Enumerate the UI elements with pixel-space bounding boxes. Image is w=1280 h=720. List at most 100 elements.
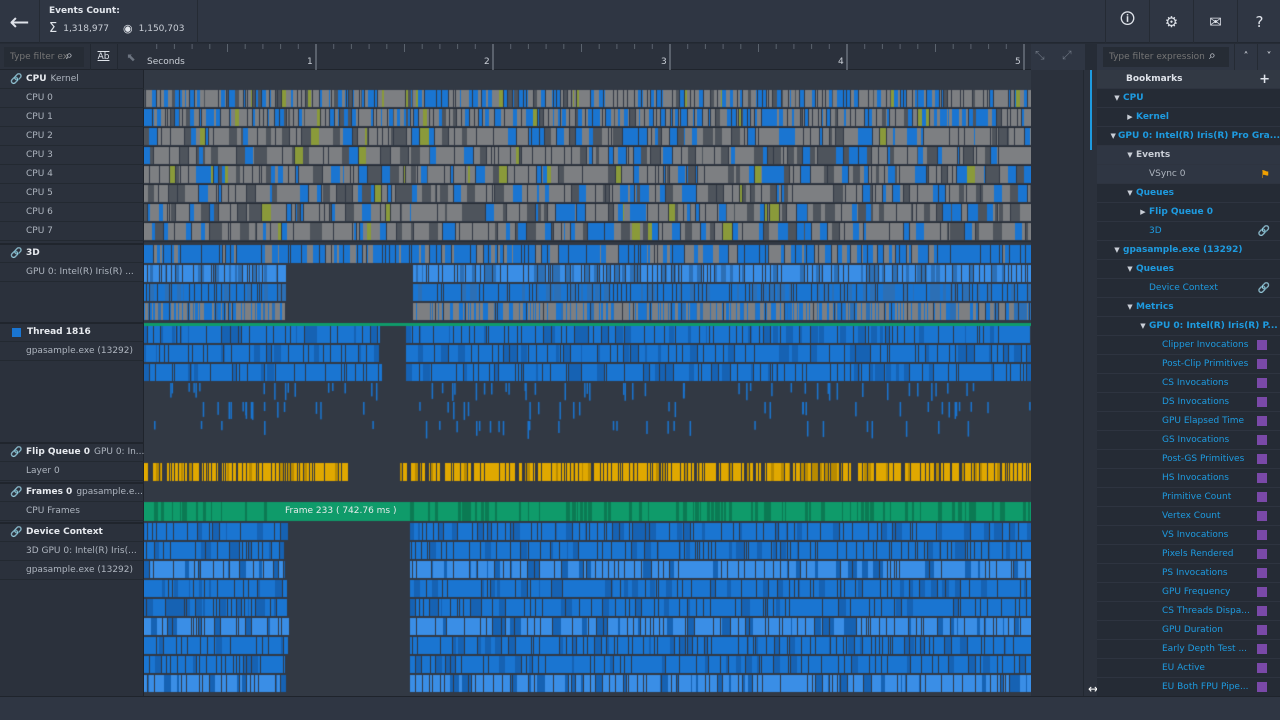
bookmark-item[interactable]: CS Invocations <box>1097 374 1280 393</box>
timeline-tracks[interactable]: Frame 233 ( 742.76 ms ) <box>144 70 1031 696</box>
metric-color-icon[interactable] <box>1257 340 1267 350</box>
metric-color-icon[interactable] <box>1257 511 1267 521</box>
bookmark-item[interactable]: ▶ Flip Queue 0 <box>1097 203 1280 222</box>
track-row[interactable]: CPU 2 <box>0 127 144 146</box>
chevron-down-icon[interactable]: ▼ <box>1111 246 1123 254</box>
expand-icon[interactable]: ⤢ <box>1062 48 1072 63</box>
track-row[interactable]: CPU 5 <box>0 184 144 203</box>
metric-color-icon[interactable] <box>1257 473 1267 483</box>
bookmark-item[interactable]: 3D 🔗 <box>1097 222 1280 241</box>
chevron-down-icon[interactable]: ▼ <box>1124 151 1136 159</box>
track-row[interactable]: gpasample.exe (13292) <box>0 561 144 580</box>
bookmark-item[interactable]: DS Invocations <box>1097 393 1280 412</box>
track-row[interactable]: CPU 7 <box>0 222 144 241</box>
bookmark-item[interactable]: Primitive Count <box>1097 488 1280 507</box>
bookmark-item[interactable]: Vertex Count <box>1097 507 1280 526</box>
track-header-thread[interactable]: Thread 1816 <box>0 323 144 342</box>
metric-color-icon[interactable] <box>1257 378 1267 388</box>
bookmark-item[interactable]: Post-Clip Primitives <box>1097 355 1280 374</box>
bookmark-item[interactable]: Pixels Rendered <box>1097 545 1280 564</box>
track-row[interactable]: Layer 0 <box>0 462 144 481</box>
track-row[interactable]: CPU Frames <box>0 502 144 521</box>
link-icon[interactable]: 🔗 <box>10 74 22 85</box>
chevron-down-icon[interactable]: ▼ <box>1108 132 1118 140</box>
bookmark-item[interactable]: ▼ Queues <box>1097 260 1280 279</box>
track-row[interactable]: CPU 3 <box>0 146 144 165</box>
metric-color-icon[interactable] <box>1257 530 1267 540</box>
track-row[interactable]: CPU 6 <box>0 203 144 222</box>
bookmark-item[interactable]: Post-GS Primitives <box>1097 450 1280 469</box>
select-cursor-icon[interactable]: ⬉ <box>117 44 144 70</box>
metric-color-icon[interactable] <box>1257 492 1267 502</box>
bookmark-item[interactable]: CS Threads Dispa... <box>1097 602 1280 621</box>
bookmark-item[interactable]: ▼ GPU 0: Intel(R) Iris(R) P... <box>1097 317 1280 336</box>
bookmark-item[interactable]: EU Both FPU Pipe... <box>1097 678 1280 697</box>
chevron-down-icon[interactable]: ▼ <box>1124 265 1136 273</box>
track-row[interactable]: 3D GPU 0: Intel(R) Iris(... <box>0 542 144 561</box>
bookmark-item[interactable]: HS Invocations <box>1097 469 1280 488</box>
bookmark-item[interactable]: GPU Duration <box>1097 621 1280 640</box>
match-case-button[interactable]: Ab <box>90 44 116 70</box>
track-row[interactable]: CPU 0 <box>0 89 144 108</box>
link-icon[interactable]: 🔗 <box>1258 226 1270 237</box>
bookmark-item[interactable]: VS Invocations <box>1097 526 1280 545</box>
bookmark-item[interactable]: GS Invocations <box>1097 431 1280 450</box>
bookmark-item[interactable]: ▼ Metrics <box>1097 298 1280 317</box>
gear-button[interactable]: ⚙ <box>1149 0 1193 43</box>
metric-color-icon[interactable] <box>1257 663 1267 673</box>
timeline-canvas[interactable] <box>144 70 1031 696</box>
previous-button[interactable]: ˄ <box>1234 44 1257 70</box>
metric-color-icon[interactable] <box>1257 606 1267 616</box>
bookmark-item[interactable]: PS Invocations <box>1097 564 1280 583</box>
track-header-cpu[interactable]: 🔗 CPU Kernel <box>0 70 144 89</box>
help-button[interactable]: ? <box>1237 0 1280 43</box>
link-icon[interactable]: 🔗 <box>1258 283 1270 294</box>
metric-color-icon[interactable] <box>1257 549 1267 559</box>
metric-color-icon[interactable] <box>1257 359 1267 369</box>
track-row[interactable]: CPU 4 <box>0 165 144 184</box>
bookmark-item[interactable]: EU Active <box>1097 659 1280 678</box>
metric-color-icon[interactable] <box>1257 454 1267 464</box>
chevron-down-icon[interactable]: ▼ <box>1124 189 1136 197</box>
link-icon[interactable]: 🔗 <box>10 527 22 538</box>
metric-color-icon[interactable] <box>1257 644 1267 654</box>
flag-icon[interactable]: ⚑ <box>1260 168 1270 181</box>
link-icon[interactable]: 🔗 <box>10 248 22 259</box>
back-button[interactable]: ← <box>0 0 40 43</box>
bookmark-item[interactable]: ▼ Events <box>1097 146 1280 165</box>
metric-color-icon[interactable] <box>1257 435 1267 445</box>
bookmark-item[interactable]: Clipper Invocations <box>1097 336 1280 355</box>
feedback-button[interactable]: 🛈 <box>1105 0 1149 43</box>
bookmark-item[interactable]: VSync 0 ⚑ <box>1097 165 1280 184</box>
metric-color-icon[interactable] <box>1257 397 1267 407</box>
next-button[interactable]: ˅ <box>1257 44 1280 70</box>
mail-button[interactable]: ✉ <box>1193 0 1237 43</box>
chevron-right-icon[interactable]: ▶ <box>1137 208 1149 216</box>
metric-color-icon[interactable] <box>1257 682 1267 692</box>
metric-color-icon[interactable] <box>1257 416 1267 426</box>
track-header-gpu3d[interactable]: 🔗 3D <box>0 244 144 263</box>
bookmark-item[interactable]: ▼ CPU <box>1097 89 1280 108</box>
track-row[interactable]: CPU 1 <box>0 108 144 127</box>
bookmark-item[interactable]: ▼ GPU 0: Intel(R) Iris(R) Pro Gra... <box>1097 127 1280 146</box>
bookmark-item[interactable]: Early Depth Test ... <box>1097 640 1280 659</box>
chevron-right-icon[interactable]: ▶ <box>1124 113 1136 121</box>
time-ruler[interactable]: Seconds 1 2 3 4 5 <box>144 44 1031 70</box>
track-row[interactable]: GPU 0: Intel(R) Iris(R) ... <box>0 263 144 282</box>
chevron-down-icon[interactable]: ▼ <box>1111 94 1123 102</box>
metric-color-icon[interactable] <box>1257 587 1267 597</box>
link-icon[interactable]: 🔗 <box>10 487 22 498</box>
metric-color-icon[interactable] <box>1257 625 1267 635</box>
link-icon[interactable]: 🔗 <box>10 447 22 458</box>
scrollbar-thumb[interactable] <box>1090 70 1092 150</box>
bookmark-item[interactable]: ▼ gpasample.exe (13292) <box>1097 241 1280 260</box>
chevron-down-icon[interactable]: ▼ <box>1137 322 1149 330</box>
track-header-device[interactable]: 🔗 Device Context <box>0 523 144 542</box>
add-bookmark-button[interactable]: + <box>1259 72 1270 87</box>
bookmark-item[interactable]: GPU Frequency <box>1097 583 1280 602</box>
track-header-frames[interactable]: 🔗 Frames 0 gpasample.e... <box>0 483 144 502</box>
collapse-icon[interactable]: ⤡ <box>1035 48 1045 63</box>
metric-color-icon[interactable] <box>1257 568 1267 578</box>
track-header-flip[interactable]: 🔗 Flip Queue 0 GPU 0: In... <box>0 443 144 462</box>
bookmark-item[interactable]: ▼ Queues <box>1097 184 1280 203</box>
